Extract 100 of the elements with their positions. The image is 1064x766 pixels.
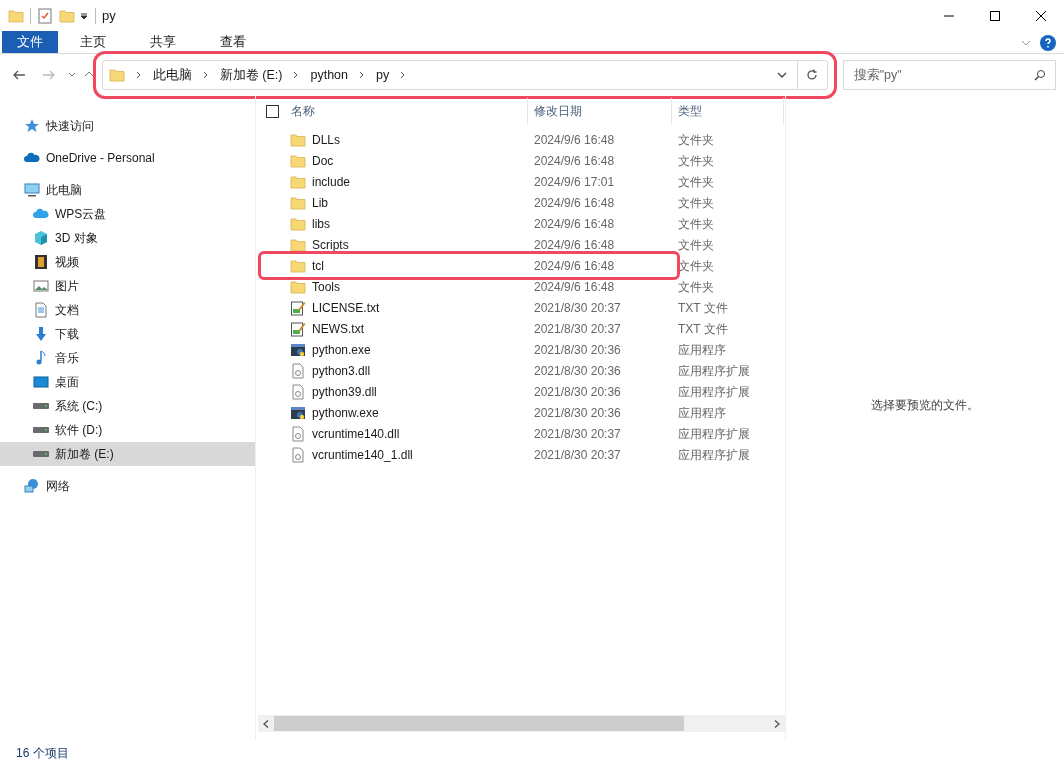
properties-icon[interactable]	[37, 8, 53, 24]
modified-date: 2021/8/30 20:36	[533, 404, 622, 422]
modified-date: 2024/9/6 16:48	[533, 131, 616, 149]
item-count: 16 个项目	[16, 745, 69, 762]
nav-item[interactable]: 软件 (D:)	[0, 418, 255, 442]
file-row[interactable]: libs 2024/9/6 16:48 文件夹	[266, 213, 785, 234]
file-row[interactable]: pythonw.exe 2021/8/30 20:36 应用程序	[266, 402, 785, 423]
nav-item[interactable]: OneDrive - Personal	[0, 146, 255, 170]
file-row[interactable]: LICENSE.txt 2021/8/30 20:37 TXT 文件	[266, 297, 785, 318]
file-name: include	[312, 173, 351, 191]
nav-item[interactable]: 网络	[0, 474, 255, 498]
column-header[interactable]: 修改日期	[528, 98, 672, 124]
file-name: python39.dll	[312, 383, 377, 401]
nav-item[interactable]: 快速访问	[0, 114, 255, 138]
modified-date: 2021/8/30 20:37	[533, 320, 622, 338]
minimize-icon	[944, 15, 954, 17]
modified-date: 2024/9/6 16:48	[533, 194, 616, 212]
dll-file-icon	[290, 362, 306, 379]
recent-dropdown-icon[interactable]	[67, 71, 76, 79]
refresh-icon	[806, 69, 819, 81]
nav-item[interactable]: 图片	[0, 274, 255, 298]
modified-date: 2021/8/30 20:37	[533, 299, 622, 317]
file-type: 应用程序扩展	[677, 425, 751, 443]
file-name: LICENSE.txt	[312, 299, 380, 317]
nav-item[interactable]: 下载	[0, 322, 255, 346]
file-type: 文件夹	[677, 257, 715, 275]
file-row[interactable]: vcruntime140_1.dll 2021/8/30 20:37 应用程序扩展	[266, 444, 785, 465]
folder-icon	[108, 67, 125, 83]
chevron-down-icon[interactable]	[776, 70, 787, 80]
file-name: Lib	[312, 194, 328, 212]
scrollbar-thumb[interactable]	[274, 716, 684, 731]
breadcrumb[interactable]: 此电脑	[152, 65, 192, 85]
modified-date: 2021/8/30 20:36	[533, 362, 622, 380]
scroll-right-icon[interactable]	[774, 719, 780, 728]
scroll-left-icon[interactable]	[263, 719, 269, 728]
modified-date: 2024/9/6 16:48	[533, 215, 616, 233]
file-type: 应用程序扩展	[677, 446, 751, 464]
modified-date: 2021/8/30 20:37	[533, 446, 622, 464]
select-all-checkbox[interactable]	[266, 104, 279, 118]
breadcrumb[interactable]: python	[310, 65, 348, 85]
nav-item[interactable]: 视频	[0, 250, 255, 274]
nav-item[interactable]: 新加卷 (E:)	[0, 442, 255, 466]
nav-item[interactable]: 桌面	[0, 370, 255, 394]
file-name: vcruntime140.dll	[312, 425, 400, 443]
file-row[interactable]: python.exe 2021/8/30 20:36 应用程序	[266, 339, 785, 360]
down-arrow-icon	[33, 326, 49, 342]
file-name: tcl	[312, 257, 324, 275]
folder-icon	[290, 236, 306, 253]
file-row[interactable]: python39.dll 2021/8/30 20:36 应用程序扩展	[266, 381, 785, 402]
file-row[interactable]: Tools 2024/9/6 16:48 文件夹	[266, 276, 785, 297]
file-row[interactable]: Scripts 2024/9/6 16:48 文件夹	[266, 234, 785, 255]
file-type: 文件夹	[677, 131, 715, 149]
breadcrumb[interactable]: py	[376, 65, 390, 85]
nav-item[interactable]: 音乐	[0, 346, 255, 370]
ribbon-tab[interactable]: 文件	[2, 31, 58, 53]
desktop-icon	[33, 374, 49, 390]
file-name: Scripts	[312, 236, 349, 254]
folder-icon	[290, 173, 306, 190]
modified-date: 2021/8/30 20:36	[533, 383, 622, 401]
file-name: Tools	[312, 278, 340, 296]
close-icon	[1036, 11, 1046, 21]
search-icon[interactable]	[1034, 69, 1046, 81]
search-field[interactable]: 搜索"py"	[842, 60, 1056, 90]
file-type: TXT 文件	[677, 320, 729, 338]
help-icon[interactable]	[1040, 35, 1056, 51]
column-header[interactable]: 名称	[291, 102, 315, 120]
horizontal-scrollbar[interactable]	[258, 715, 785, 732]
file-name: DLLs	[312, 131, 340, 149]
file-row[interactable]: tcl 2024/9/6 16:48 文件夹	[266, 255, 785, 276]
drive-icon	[33, 403, 49, 409]
dll-file-icon	[290, 446, 306, 463]
ribbon-tab[interactable]: 查看	[198, 31, 268, 53]
nav-item[interactable]: 3D 对象	[0, 226, 255, 250]
ribbon-tab[interactable]: 主页	[58, 31, 128, 53]
file-row[interactable]: include 2024/9/6 17:01 文件夹	[266, 171, 785, 192]
breadcrumb[interactable]: 新加卷 (E:)	[219, 65, 283, 85]
file-row[interactable]: NEWS.txt 2021/8/30 20:37 TXT 文件	[266, 318, 785, 339]
file-type: 文件夹	[677, 215, 715, 233]
ribbon-tab[interactable]: 共享	[128, 31, 198, 53]
maximize-icon	[990, 11, 1000, 21]
nav-item[interactable]: 系统 (C:)	[0, 394, 255, 418]
file-row[interactable]: Doc 2024/9/6 16:48 文件夹	[266, 150, 785, 171]
back-arrow-icon[interactable]	[12, 68, 26, 82]
star-icon	[24, 118, 40, 134]
modified-date: 2021/8/30 20:36	[533, 341, 622, 359]
column-header[interactable]: 类型	[672, 98, 784, 124]
nav-item[interactable]: 文档	[0, 298, 255, 322]
file-name: libs	[312, 215, 330, 233]
nav-item[interactable]: WPS云盘	[0, 202, 255, 226]
chevron-right-icon	[134, 71, 143, 79]
modified-date: 2024/9/6 16:48	[533, 278, 616, 296]
file-row[interactable]: vcruntime140.dll 2021/8/30 20:37 应用程序扩展	[266, 423, 785, 444]
file-row[interactable]: DLLs 2024/9/6 16:48 文件夹	[266, 129, 785, 150]
cube-icon	[33, 230, 49, 246]
file-type: 应用程序扩展	[677, 383, 751, 401]
nav-item[interactable]: 此电脑	[0, 178, 255, 202]
file-type: TXT 文件	[677, 299, 729, 317]
dropdown-caret-icon[interactable]	[79, 11, 89, 21]
file-row[interactable]: python3.dll 2021/8/30 20:36 应用程序扩展	[266, 360, 785, 381]
file-row[interactable]: Lib 2024/9/6 16:48 文件夹	[266, 192, 785, 213]
